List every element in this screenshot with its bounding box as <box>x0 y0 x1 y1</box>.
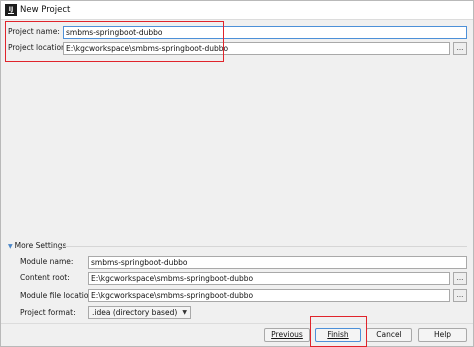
chevron-down-icon: ▼ <box>182 309 187 316</box>
module-file-location-input[interactable]: E:\kgcworkspace\smbms-springboot-dubbo <box>88 289 450 302</box>
content-root-label: Content root: <box>20 273 70 282</box>
window-title: New Project <box>20 5 71 15</box>
title-separator <box>1 19 473 20</box>
cancel-button[interactable]: Cancel <box>366 328 412 342</box>
content-root-input[interactable]: E:\kgcworkspace\smbms-springboot-dubbo <box>88 272 450 285</box>
project-format-value: .idea (directory based) <box>92 308 178 317</box>
new-project-dialog: IJ New Project Project name: smbms-sprin… <box>0 0 474 347</box>
help-button[interactable]: Help <box>418 328 467 342</box>
intellij-icon: IJ <box>5 4 17 16</box>
more-settings-label: More Settings <box>14 241 67 250</box>
more-settings-toggle[interactable]: ▼ More Settings <box>8 241 66 252</box>
project-location-browse-button[interactable]: ... <box>453 42 467 55</box>
content-root-browse-button[interactable]: ... <box>453 272 467 285</box>
module-file-location-browse-button[interactable]: ... <box>453 289 467 302</box>
project-format-select[interactable]: .idea (directory based) ▼ <box>88 306 191 319</box>
collapse-triangle-icon: ▼ <box>8 243 13 250</box>
module-name-label: Module name: <box>20 257 74 266</box>
highlight-box-project-fields <box>5 21 224 62</box>
previous-button-label: Previous <box>271 330 303 339</box>
footer-separator <box>1 323 473 324</box>
title-bar: IJ New Project <box>1 1 473 19</box>
highlight-box-finish <box>310 316 367 347</box>
previous-button[interactable]: Previous <box>264 328 310 342</box>
module-file-location-label: Module file location: <box>20 291 96 300</box>
module-name-input[interactable]: smbms-springboot-dubbo <box>88 256 467 269</box>
more-settings-divider <box>61 246 467 247</box>
project-format-label: Project format: <box>20 308 76 317</box>
